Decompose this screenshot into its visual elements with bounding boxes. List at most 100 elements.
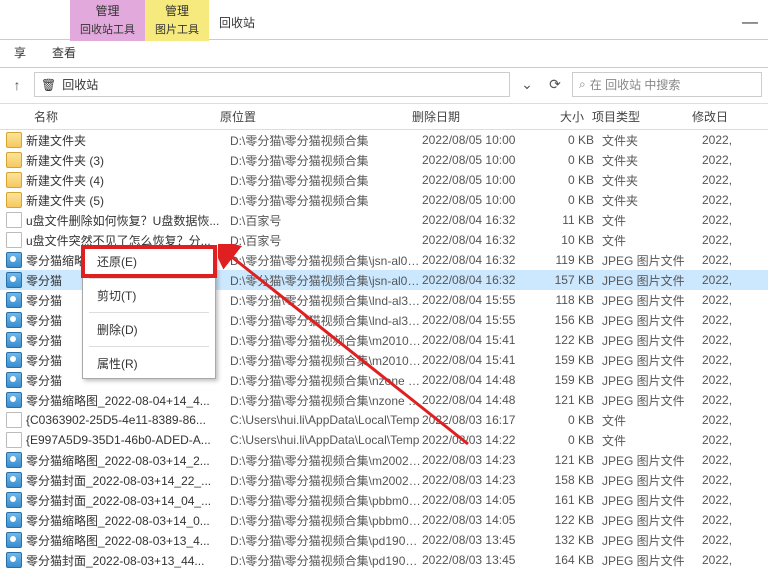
cell-size: 10 KB: [542, 233, 602, 247]
cell-size: 121 KB: [542, 453, 602, 467]
ribbon-spacer: [0, 0, 70, 18]
folder-icon: [6, 172, 22, 188]
folder-icon: [6, 192, 22, 208]
table-row[interactable]: 零分猫封面_2022-08-03+13_44...D:\零分猫\零分猫视频合集\…: [0, 550, 768, 570]
cell-date: 2022/08/05 10:00: [422, 173, 542, 187]
ctx-delete[interactable]: 删除(D): [83, 315, 215, 344]
cell-size: 157 KB: [542, 273, 602, 287]
cell-type: JPEG 图片文件: [602, 292, 702, 309]
cell-size: 0 KB: [542, 433, 602, 447]
cell-mod: 2022,: [702, 453, 762, 467]
table-row[interactable]: 新建文件夹 (3)D:\零分猫\零分猫视频合集2022/08/05 10:000…: [0, 150, 768, 170]
cell-name: 零分猫缩略图_2022-08-03+13_4...: [26, 532, 230, 549]
cell-type: JPEG 图片文件: [602, 452, 702, 469]
cell-type: 文件: [602, 432, 702, 449]
cell-location: D:\零分猫\零分猫视频合集: [230, 172, 422, 189]
cell-size: 0 KB: [542, 193, 602, 207]
cell-mod: 2022,: [702, 253, 762, 267]
column-headers: 名称 原位置 删除日期 大小 项目类型 修改日: [0, 104, 768, 130]
cell-date: 2022/08/03 14:22: [422, 433, 542, 447]
cell-mod: 2022,: [702, 353, 762, 367]
cell-location: D:\零分猫\零分猫视频合集: [230, 152, 422, 169]
ribbon-tab-manage2[interactable]: 管理 图片工具: [145, 0, 209, 41]
cell-name: 零分猫缩略图_2022-08-04+14_4...: [26, 392, 230, 409]
cell-size: 161 KB: [542, 493, 602, 507]
cell-name: {C0363902-25D5-4e11-8389-86...: [26, 413, 230, 427]
minimize-icon[interactable]: —: [732, 0, 768, 36]
ctx-props[interactable]: 属性(R): [83, 349, 215, 378]
toolbar-view[interactable]: 查看: [52, 44, 76, 61]
header-modified[interactable]: 修改日: [692, 108, 762, 125]
cell-location: D:\零分猫\零分猫视频合集: [230, 132, 422, 149]
cell-type: JPEG 图片文件: [602, 472, 702, 489]
ctx-separator: [89, 312, 209, 313]
cell-date: 2022/08/03 13:45: [422, 533, 542, 547]
table-row[interactable]: {E997A5D9-35D1-46b0-ADED-A...C:\Users\hu…: [0, 430, 768, 450]
ctx-separator: [89, 278, 209, 279]
cell-location: D:\零分猫\零分猫视频合集\nzone s7pr...: [230, 372, 422, 389]
cell-type: JPEG 图片文件: [602, 312, 702, 329]
cell-mod: 2022,: [702, 173, 762, 187]
cell-date: 2022/08/04 14:48: [422, 373, 542, 387]
cell-name: 零分猫缩略图_2022-08-03+14_2...: [26, 452, 230, 469]
table-row[interactable]: 零分猫缩略图_2022-08-03+14_0...D:\零分猫\零分猫视频合集\…: [0, 510, 768, 530]
dropdown-icon[interactable]: ⌄: [516, 76, 538, 93]
cell-name: 新建文件夹 (5): [26, 192, 230, 209]
ribbon: 管理 回收站工具 管理 图片工具 回收站 —: [0, 0, 768, 40]
search-input[interactable]: ⌕ 在 回收站 中搜索: [572, 72, 762, 97]
breadcrumb-text: 回收站: [62, 76, 98, 93]
cell-mod: 2022,: [702, 133, 762, 147]
cell-location: D:\零分猫\零分猫视频合集\pbbm00是...: [230, 492, 422, 509]
header-size[interactable]: 大小: [532, 108, 592, 125]
cell-size: 11 KB: [542, 213, 602, 227]
table-row[interactable]: {C0363902-25D5-4e11-8389-86...C:\Users\h…: [0, 410, 768, 430]
cell-location: D:\零分猫\零分猫视频合集\nzone s7pr...: [230, 392, 422, 409]
cell-location: D:\零分猫\零分猫视频合集\m2002j9e是...: [230, 452, 422, 469]
ribbon-tab-manage1[interactable]: 管理 回收站工具: [70, 0, 145, 41]
cell-location: D:\零分猫\零分猫视频合集\pd1901是什...: [230, 552, 422, 569]
table-row[interactable]: u盘文件删除如何恢复？U盘数据恢...D:\百家号2022/08/04 16:3…: [0, 210, 768, 230]
table-row[interactable]: 零分猫缩略图_2022-08-03+14_2...D:\零分猫\零分猫视频合集\…: [0, 450, 768, 470]
image-icon: [6, 332, 22, 348]
ctx-restore[interactable]: 还原(E): [83, 247, 215, 276]
cell-mod: 2022,: [702, 433, 762, 447]
cell-size: 118 KB: [542, 293, 602, 307]
header-type[interactable]: 项目类型: [592, 108, 692, 125]
table-row[interactable]: 零分猫封面_2022-08-03+14_22_...D:\零分猫\零分猫视频合集…: [0, 470, 768, 490]
ribbon-tab-sub: 图片工具: [155, 21, 199, 37]
table-row[interactable]: 零分猫缩略图_2022-08-03+13_4...D:\零分猫\零分猫视频合集\…: [0, 530, 768, 550]
toolbar-share[interactable]: 享: [14, 44, 26, 61]
cell-mod: 2022,: [702, 513, 762, 527]
search-icon: ⌕: [579, 77, 586, 92]
cell-mod: 2022,: [702, 413, 762, 427]
cell-type: JPEG 图片文件: [602, 252, 702, 269]
table-row[interactable]: 零分猫封面_2022-08-03+14_04_...D:\零分猫\零分猫视频合集…: [0, 490, 768, 510]
header-date[interactable]: 删除日期: [412, 108, 532, 125]
cell-date: 2022/08/04 14:48: [422, 393, 542, 407]
header-name[interactable]: 名称: [6, 108, 220, 125]
header-location[interactable]: 原位置: [220, 108, 412, 125]
table-row[interactable]: 新建文件夹D:\零分猫\零分猫视频合集2022/08/05 10:000 KB文…: [0, 130, 768, 150]
cell-size: 158 KB: [542, 473, 602, 487]
table-row[interactable]: 新建文件夹 (5)D:\零分猫\零分猫视频合集2022/08/05 10:000…: [0, 190, 768, 210]
cell-location: D:\零分猫\零分猫视频合集\m2010j19sc...: [230, 332, 422, 349]
breadcrumb[interactable]: 🗑 回收站: [34, 72, 510, 97]
cell-type: JPEG 图片文件: [602, 512, 702, 529]
table-row[interactable]: 新建文件夹 (4)D:\零分猫\零分猫视频合集2022/08/05 10:000…: [0, 170, 768, 190]
image-icon: [6, 492, 22, 508]
cell-type: JPEG 图片文件: [602, 392, 702, 409]
cell-mod: 2022,: [702, 333, 762, 347]
ctx-cut[interactable]: 剪切(T): [83, 281, 215, 310]
cell-mod: 2022,: [702, 233, 762, 247]
cell-location: D:\零分猫\零分猫视频合集\lnd-al30是...: [230, 292, 422, 309]
cell-name: 零分猫封面_2022-08-03+13_44...: [26, 552, 230, 569]
cell-size: 159 KB: [542, 373, 602, 387]
cell-location: D:\百家号: [230, 212, 422, 229]
up-icon[interactable]: ↑: [6, 77, 28, 93]
table-row[interactable]: 零分猫缩略图_2022-08-04+14_4...D:\零分猫\零分猫视频合集\…: [0, 390, 768, 410]
ribbon-tab-sub: 回收站工具: [80, 21, 135, 37]
image-icon: [6, 392, 22, 408]
cell-type: JPEG 图片文件: [602, 492, 702, 509]
refresh-icon[interactable]: ⟳: [544, 76, 566, 93]
ribbon-tab-recycle[interactable]: 回收站: [209, 0, 265, 35]
